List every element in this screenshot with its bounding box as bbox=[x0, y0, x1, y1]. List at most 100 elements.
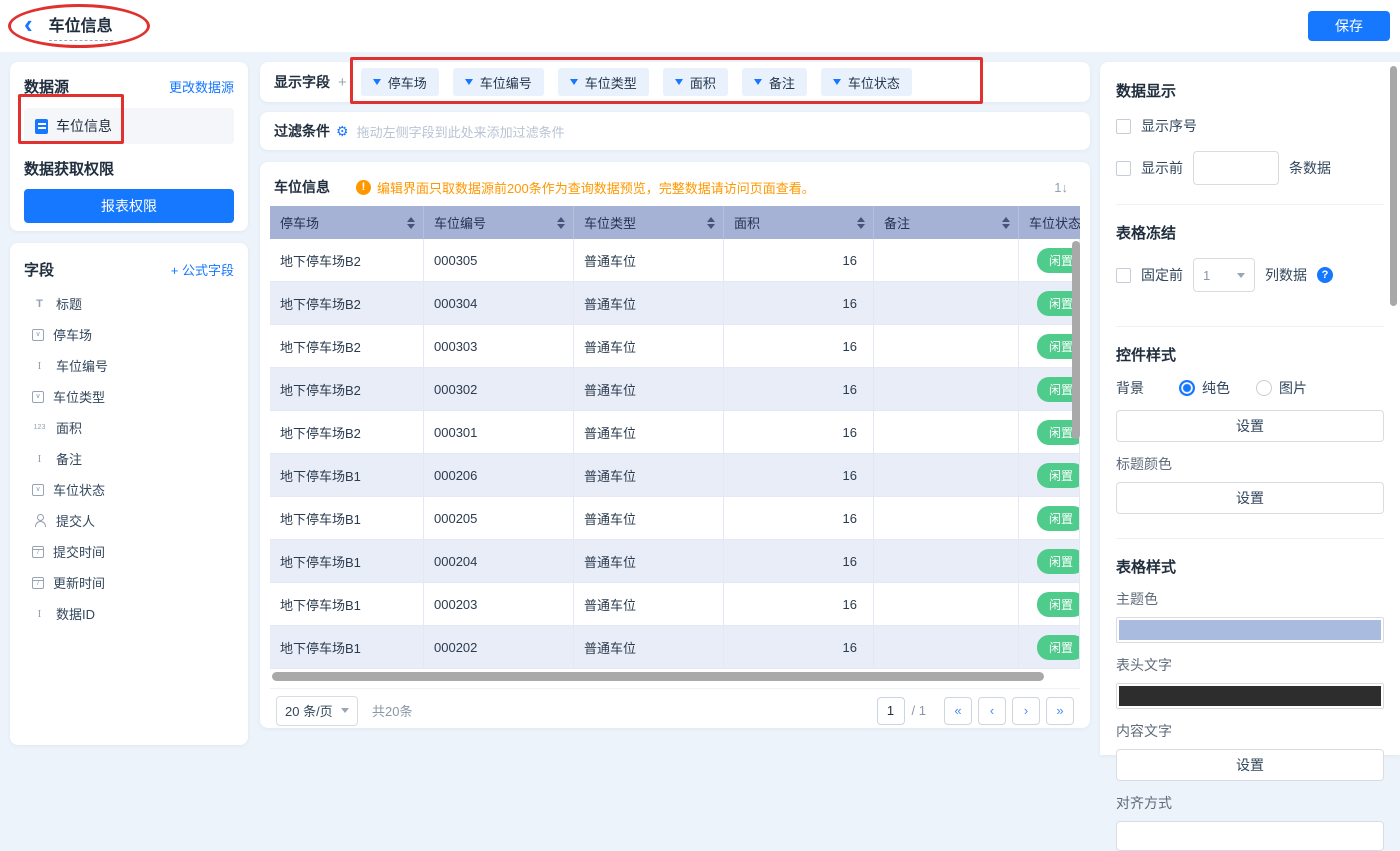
table-row: 地下停车场B2 000305 普通车位 16 闲置 bbox=[270, 239, 1080, 282]
sort-order-icon[interactable]: 1↓ bbox=[1054, 180, 1068, 195]
column-header[interactable]: 车位类型 bbox=[574, 206, 724, 239]
last-page-button[interactable]: » bbox=[1046, 696, 1074, 725]
report-permission-button[interactable]: 报表权限 bbox=[24, 189, 234, 223]
table-header-row: 停车场 车位编号 车位类型 面积 备注 车位状态 bbox=[270, 206, 1080, 239]
solid-color-radio[interactable] bbox=[1179, 380, 1195, 396]
add-field-icon[interactable]: + bbox=[338, 74, 347, 91]
theme-color-swatch[interactable] bbox=[1116, 617, 1384, 643]
sort-desc-icon[interactable] bbox=[407, 223, 415, 229]
row-count-input[interactable] bbox=[1193, 151, 1279, 185]
title-color-set-button[interactable]: 设置 bbox=[1116, 482, 1384, 514]
table-cell bbox=[874, 626, 1019, 669]
field-item[interactable]: 车位编号 bbox=[24, 350, 234, 381]
sort-desc-icon[interactable] bbox=[707, 223, 715, 229]
table-cell: 16 bbox=[724, 540, 874, 583]
filter-card[interactable]: 过滤条件 ⚙ 拖动左侧字段到此处来添加过滤条件 bbox=[260, 112, 1090, 150]
display-field-chip[interactable]: 车位类型 bbox=[557, 68, 649, 96]
display-field-chip[interactable]: 停车场 bbox=[360, 68, 439, 96]
column-header[interactable]: 备注 bbox=[874, 206, 1019, 239]
table-cell bbox=[874, 540, 1019, 583]
sort-arrows-icon[interactable] bbox=[857, 216, 865, 229]
sort-asc-icon[interactable] bbox=[857, 216, 865, 222]
field-item[interactable]: 提交人 bbox=[24, 505, 234, 536]
table-cell: 普通车位 bbox=[574, 626, 724, 669]
header-text-swatch[interactable] bbox=[1116, 683, 1384, 709]
prev-page-button[interactable]: ‹ bbox=[978, 696, 1006, 725]
table-cell: 闲置 bbox=[1019, 239, 1080, 282]
field-item[interactable]: 车位类型 bbox=[24, 381, 234, 412]
column-header[interactable]: 车位编号 bbox=[424, 206, 574, 239]
table-cell: 16 bbox=[724, 497, 874, 540]
page-number-input[interactable]: 1 bbox=[876, 696, 905, 725]
field-item[interactable]: 提交时间 bbox=[24, 536, 234, 567]
image-radio[interactable] bbox=[1256, 380, 1272, 396]
field-item[interactable]: 数据ID bbox=[24, 598, 234, 629]
table-cell: 16 bbox=[724, 239, 874, 282]
horizontal-scrollbar[interactable] bbox=[270, 672, 1080, 681]
show-first-checkbox[interactable] bbox=[1116, 160, 1131, 176]
sort-asc-icon[interactable] bbox=[707, 216, 715, 222]
select-icon bbox=[32, 328, 44, 341]
field-item[interactable]: 备注 bbox=[24, 443, 234, 474]
content-text-set-button[interactable]: 设置 bbox=[1116, 749, 1384, 781]
field-item[interactable]: 面积 bbox=[24, 412, 234, 443]
table-row: 地下停车场B1 000204 普通车位 16 闲置 bbox=[270, 540, 1080, 583]
background-set-button[interactable]: 设置 bbox=[1116, 410, 1384, 442]
table-cell: 000202 bbox=[424, 626, 574, 669]
sort-arrows-icon[interactable] bbox=[707, 216, 715, 229]
back-icon[interactable]: ‹ bbox=[24, 11, 33, 37]
save-button[interactable]: 保存 bbox=[1308, 11, 1390, 41]
field-item-label: 提交时间 bbox=[53, 545, 106, 560]
status-badge: 闲置 bbox=[1037, 548, 1079, 574]
field-item[interactable]: 标题 bbox=[24, 288, 234, 319]
gear-icon[interactable]: ⚙ bbox=[336, 123, 349, 140]
sort-desc-icon[interactable] bbox=[857, 223, 865, 229]
page-size-select[interactable]: 20 条/页 bbox=[276, 695, 358, 726]
sort-desc-icon[interactable] bbox=[1002, 223, 1010, 229]
first-page-button[interactable]: « bbox=[944, 696, 972, 725]
sort-desc-icon[interactable] bbox=[557, 223, 565, 229]
sort-arrows-icon[interactable] bbox=[1002, 216, 1010, 229]
sort-arrows-icon[interactable] bbox=[557, 216, 565, 229]
sort-asc-icon[interactable] bbox=[1002, 216, 1010, 222]
settings-panel: 数据显示 显示序号 显示前 条数据 表格冻结 固定前 1 列数据 ? 控件样式 … bbox=[1100, 62, 1400, 851]
show-index-checkbox[interactable] bbox=[1116, 118, 1131, 134]
display-field-chip[interactable]: 车位编号 bbox=[452, 68, 544, 96]
display-field-chip[interactable]: 备注 bbox=[741, 68, 807, 96]
status-badge: 闲置 bbox=[1037, 591, 1079, 617]
freeze-checkbox[interactable] bbox=[1116, 267, 1131, 283]
table-cell: 000302 bbox=[424, 368, 574, 411]
display-field-chip[interactable]: 面积 bbox=[662, 68, 728, 96]
column-header[interactable]: 停车场 bbox=[270, 206, 424, 239]
field-item[interactable]: 更新时间 bbox=[24, 567, 234, 598]
display-field-chip[interactable]: 车位状态 bbox=[820, 68, 912, 96]
data-table: 停车场 车位编号 车位类型 面积 备注 车位状态 地下停车场B2 000305 普通车位 16 闲… bbox=[270, 206, 1080, 669]
sort-asc-icon[interactable] bbox=[557, 216, 565, 222]
align-control[interactable] bbox=[1116, 821, 1384, 851]
help-icon[interactable]: ? bbox=[1317, 267, 1333, 283]
next-page-button[interactable]: › bbox=[1012, 696, 1040, 725]
page-title: 车位信息 bbox=[48, 12, 113, 41]
column-header[interactable]: 面积 bbox=[724, 206, 874, 239]
field-item[interactable]: 车位状态 bbox=[24, 474, 234, 505]
formula-field-link[interactable]: + 公式字段 bbox=[171, 260, 234, 279]
panel-scrollbar[interactable] bbox=[1390, 66, 1397, 306]
sort-arrows-icon[interactable] bbox=[407, 216, 415, 229]
chip-label: 备注 bbox=[768, 75, 795, 91]
table-preview-card: 车位信息 ! 编辑界面只取数据源前200条作为查询数据预览，完整数据请访问页面查… bbox=[260, 162, 1090, 728]
sort-asc-icon[interactable] bbox=[407, 216, 415, 222]
chip-label: 停车场 bbox=[387, 75, 427, 91]
datasource-item[interactable]: 车位信息 bbox=[24, 108, 234, 144]
field-item[interactable]: 停车场 bbox=[24, 319, 234, 350]
preview-notice: ! 编辑界面只取数据源前200条作为查询数据预览，完整数据请访问页面查看。 bbox=[356, 178, 1054, 197]
change-datasource-link[interactable]: 更改数据源 bbox=[169, 77, 234, 96]
vertical-scrollbar[interactable] bbox=[1072, 241, 1080, 439]
table-cell bbox=[874, 282, 1019, 325]
table-cell: 16 bbox=[724, 368, 874, 411]
filter-label: 过滤条件 bbox=[274, 123, 330, 139]
horizontal-scrollbar-thumb[interactable] bbox=[272, 672, 1044, 681]
number-icon bbox=[32, 420, 47, 435]
fields-heading: 字段 bbox=[24, 262, 55, 279]
freeze-column-select[interactable]: 1 bbox=[1193, 258, 1255, 292]
column-header[interactable]: 车位状态 bbox=[1019, 206, 1080, 239]
